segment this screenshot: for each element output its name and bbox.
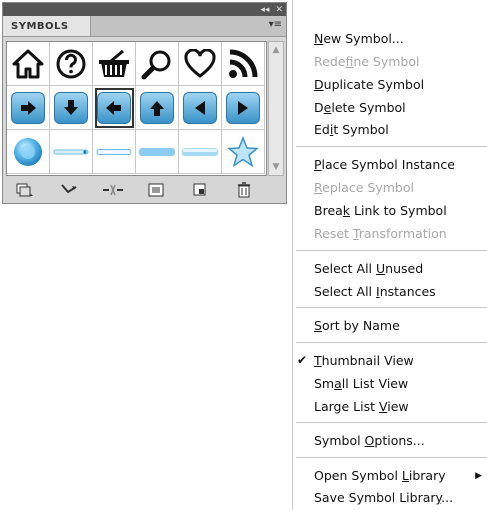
panel-chrome: ◂◂ ✕ bbox=[3, 3, 286, 16]
menu-item-small-list-view[interactable]: Small List View bbox=[314, 376, 408, 391]
break-link-icon[interactable] bbox=[102, 181, 124, 199]
orb-symbol[interactable] bbox=[7, 130, 50, 174]
arrow-left-button[interactable] bbox=[93, 86, 136, 130]
arrow-right-icon bbox=[11, 91, 45, 124]
arrow-right-button[interactable] bbox=[7, 86, 50, 130]
panel-tabbar: SYMBOLS ▾≡ bbox=[3, 16, 286, 37]
menu-item-save-symbol-library[interactable]: Save Symbol Library... bbox=[314, 490, 453, 505]
arrow-up-button[interactable] bbox=[136, 86, 179, 130]
home-icon[interactable] bbox=[7, 42, 50, 86]
triangle-right-button[interactable] bbox=[222, 86, 265, 130]
star-symbol[interactable] bbox=[222, 130, 265, 174]
menu-item-new-symbol[interactable]: New Symbol... bbox=[314, 31, 404, 46]
menu-item-large-list-view[interactable]: Large List View bbox=[314, 399, 409, 414]
help-icon[interactable] bbox=[50, 42, 93, 86]
symbol-options-icon[interactable] bbox=[145, 181, 167, 199]
heart-icon[interactable] bbox=[179, 42, 222, 86]
menu-item-replace-symbol: Replace Symbol bbox=[314, 180, 414, 195]
delete-symbol-icon[interactable] bbox=[233, 181, 255, 199]
checkmark-icon: ✔ bbox=[297, 353, 308, 367]
arrow-down-button[interactable] bbox=[50, 86, 93, 130]
rss-icon[interactable] bbox=[222, 42, 265, 86]
symbol-grid-scrollbar[interactable]: ▲ ▼ bbox=[268, 41, 284, 176]
menu-item-select-all-unused[interactable]: Select All Unused bbox=[314, 261, 423, 276]
triangle-left-button[interactable] bbox=[179, 86, 222, 130]
menu-item-thumbnail-view[interactable]: Thumbnail View bbox=[314, 353, 414, 368]
menu-item-delete-symbol[interactable]: Delete Symbol bbox=[314, 100, 406, 115]
thin-line-dot[interactable] bbox=[50, 130, 93, 174]
symbol-grid bbox=[6, 41, 267, 176]
arrow-left-icon bbox=[97, 91, 131, 124]
menu-item-select-all-instances[interactable]: Select All Instances bbox=[314, 284, 436, 299]
triangle-right-icon bbox=[226, 91, 260, 124]
symbol-library-menu-icon[interactable] bbox=[14, 181, 36, 199]
panel-toolbar bbox=[3, 179, 286, 201]
symbols-panel: ◂◂ ✕ SYMBOLS ▾≡ ▲ ▼ bbox=[2, 2, 287, 204]
menu-item-reset-transformation: Reset Transformation bbox=[314, 226, 447, 241]
scroll-up-icon[interactable]: ▲ bbox=[269, 43, 283, 57]
collapse-icon[interactable]: ◂◂ bbox=[257, 5, 272, 15]
menu-item-redefine-symbol: Redefine Symbol bbox=[314, 54, 420, 69]
arrow-up-icon bbox=[140, 91, 174, 124]
new-symbol-icon[interactable] bbox=[189, 181, 211, 199]
thick-bar[interactable] bbox=[136, 130, 179, 174]
menu-separator bbox=[296, 422, 487, 423]
menu-separator bbox=[296, 250, 487, 251]
menu-separator bbox=[296, 457, 487, 458]
menu-separator bbox=[296, 342, 487, 343]
symbols-panel-flyout-menu: New Symbol... Redefine Symbol Duplicate Sy… bbox=[292, 0, 487, 510]
menu-item-place-symbol-instance[interactable]: Place Symbol Instance bbox=[314, 157, 455, 172]
submenu-arrow-icon: ▶ bbox=[475, 471, 482, 481]
magnifier-icon[interactable] bbox=[136, 42, 179, 86]
thick-bar-gloss[interactable] bbox=[179, 130, 222, 174]
scroll-down-icon[interactable]: ▼ bbox=[269, 160, 283, 174]
triangle-left-icon bbox=[183, 91, 217, 124]
close-icon[interactable]: ✕ bbox=[272, 5, 286, 15]
menu-separator bbox=[296, 146, 487, 147]
menu-item-edit-symbol[interactable]: Edit Symbol bbox=[314, 122, 389, 137]
panel-menu-button[interactable]: ▾≡ bbox=[269, 19, 282, 30]
menu-item-sort-by-name[interactable]: Sort by Name bbox=[314, 318, 400, 333]
thin-line[interactable] bbox=[93, 130, 136, 174]
menu-item-duplicate-symbol[interactable]: Duplicate Symbol bbox=[314, 77, 424, 92]
arrow-down-icon bbox=[54, 91, 88, 124]
menu-item-open-symbol-library[interactable]: Open Symbol Library bbox=[314, 468, 446, 483]
menu-item-break-link-to-symbol[interactable]: Break Link to Symbol bbox=[314, 203, 447, 218]
place-symbol-instance-icon[interactable] bbox=[58, 181, 80, 199]
menu-item-symbol-options[interactable]: Symbol Options... bbox=[314, 433, 425, 448]
tab-symbols[interactable]: SYMBOLS bbox=[3, 16, 91, 36]
basket-icon[interactable] bbox=[93, 42, 136, 86]
menu-separator bbox=[296, 307, 487, 308]
